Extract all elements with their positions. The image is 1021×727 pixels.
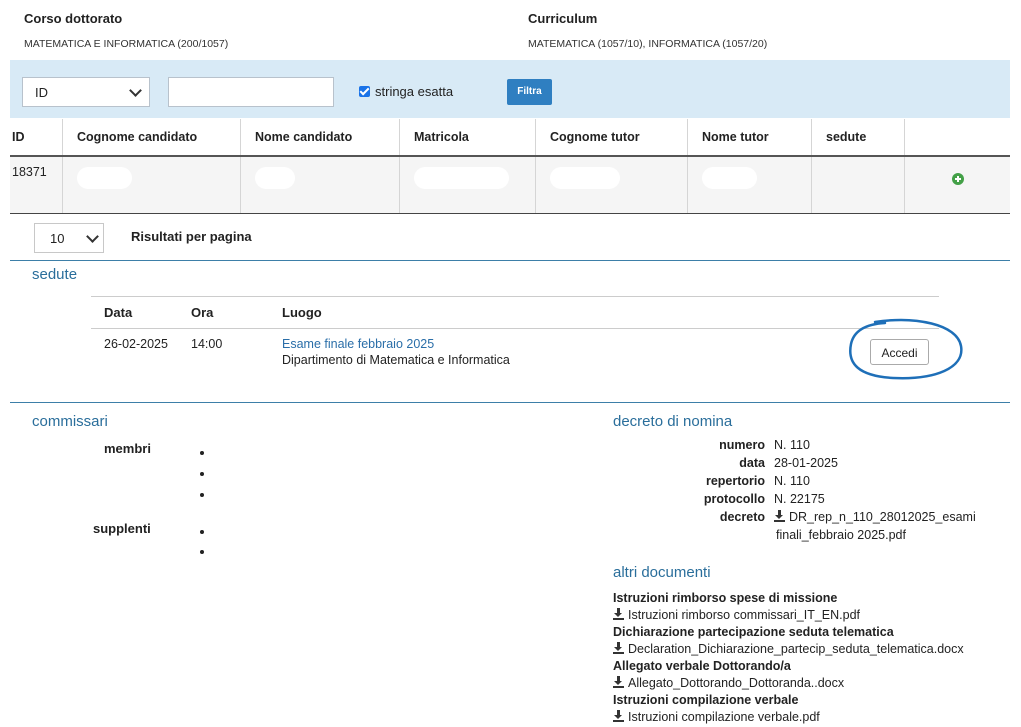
checkbox-checked-icon	[359, 85, 370, 97]
decreto-value-numero: N. 110	[774, 438, 810, 452]
decreto-title: decreto di nomina	[613, 413, 733, 430]
decreto-value-protocollo: N. 22175	[774, 492, 825, 506]
doc-file-name: Istruzioni rimborso commissari_IT_EN.pdf	[628, 608, 861, 622]
cell-nome-candidato	[240, 156, 400, 214]
decreto-file-line1: DR_rep_n_110_28012025_esami	[789, 510, 976, 524]
redacted-value	[255, 167, 295, 189]
download-icon	[613, 642, 624, 654]
seduta-link[interactable]: Esame finale febbraio 2025	[282, 337, 434, 351]
member-bullet	[200, 472, 204, 476]
commissari-title: commissari	[32, 413, 108, 430]
substitute-bullet	[200, 530, 204, 534]
accedi-button[interactable]: Accedi	[870, 339, 929, 365]
substitutes-label: supplenti	[93, 521, 151, 536]
redacted-value	[702, 167, 757, 189]
filter-button[interactable]: Filtra	[507, 79, 552, 105]
doc-file-name: Allegato_Dottorando_Dottoranda..docx	[628, 676, 845, 690]
decreto-label-protocollo: protocollo	[703, 492, 765, 506]
doc-file-name: Declaration_Dichiarazione_partecip_sedut…	[628, 642, 964, 656]
per-page-select[interactable]: 10	[34, 223, 104, 253]
redacted-value	[414, 167, 509, 189]
substitute-bullet	[200, 550, 204, 554]
member-bullet	[200, 493, 204, 497]
cell-id: 18371	[10, 156, 63, 214]
divider	[10, 402, 1010, 403]
filter-bar: ID stringa esatta Filtra	[10, 60, 1010, 118]
cell-cognome-candidato	[62, 156, 241, 214]
member-bullet	[200, 451, 204, 455]
col-matricola: Matricola	[399, 119, 536, 157]
decreto-value-data: 28-01-2025	[774, 456, 838, 470]
col-sedute: sedute	[811, 119, 905, 157]
doc-link[interactable]: Declaration_Dichiarazione_partecip_sedut…	[613, 642, 964, 656]
chevron-down-icon	[129, 84, 142, 97]
col-id: ID	[10, 119, 63, 157]
altri-documenti-title: altri documenti	[613, 564, 711, 581]
decreto-file-line2[interactable]: finali_febbraio 2025.pdf	[776, 528, 906, 542]
doc-file-name: Istruzioni compilazione verbale.pdf	[628, 710, 820, 724]
table-row: 18371	[10, 156, 1010, 214]
sedute-col-ora: Ora	[191, 305, 214, 320]
cell-nome-tutor	[687, 156, 812, 214]
cell-actions	[904, 156, 1010, 214]
per-page-value: 10	[50, 231, 65, 246]
divider	[91, 296, 939, 297]
decreto-value-repertorio: N. 110	[774, 474, 810, 488]
cell-sedute	[811, 156, 905, 214]
col-nome-tutor: Nome tutor	[687, 119, 812, 157]
sedute-col-data: Data	[104, 305, 133, 320]
divider	[10, 260, 1010, 261]
curriculum-value: MATEMATICA (1057/10), INFORMATICA (1057/…	[528, 38, 768, 50]
download-icon	[774, 510, 785, 522]
doc-heading: Dichiarazione partecipazione seduta tele…	[613, 625, 894, 639]
sedute-title: sedute	[32, 266, 78, 283]
course-value: MATEMATICA E INFORMATICA (200/1057)	[24, 38, 229, 50]
doc-link[interactable]: Istruzioni rimborso commissari_IT_EN.pdf	[613, 608, 860, 622]
seduta-location: Dipartimento di Matematica e Informatica	[282, 353, 510, 367]
per-page-label: Risultati per pagina	[131, 229, 252, 244]
redacted-value	[77, 167, 132, 189]
decreto-label-data: data	[739, 456, 765, 470]
decreto-label-repertorio: repertorio	[705, 474, 765, 488]
seduta-date: 26-02-2025	[104, 337, 168, 351]
sedute-col-luogo: Luogo	[282, 305, 322, 320]
col-actions	[904, 119, 1010, 157]
cell-cognome-tutor	[535, 156, 688, 214]
decreto-label-numero: numero	[719, 438, 765, 452]
doc-heading: Allegato verbale Dottorando/a	[613, 659, 791, 673]
row-id: 18371	[12, 165, 47, 179]
col-cognome-tutor: Cognome tutor	[535, 119, 688, 157]
col-nome-candidato: Nome candidato	[240, 119, 400, 157]
filter-field-value: ID	[35, 85, 48, 100]
decreto-file-link[interactable]: DR_rep_n_110_28012025_esami	[774, 510, 976, 524]
exact-match-label: stringa esatta	[375, 84, 454, 99]
download-icon	[613, 608, 624, 620]
search-input[interactable]	[168, 77, 334, 107]
divider	[91, 328, 939, 329]
chevron-down-icon	[86, 230, 99, 243]
seduta-time: 14:00	[191, 337, 223, 351]
plus-circle-icon[interactable]	[951, 173, 964, 185]
decreto-file-label: decreto	[719, 510, 765, 524]
course-label: Corso dottorato	[24, 11, 123, 26]
members-label: membri	[104, 441, 151, 456]
doc-heading: Istruzioni compilazione verbale	[613, 693, 799, 707]
download-icon	[613, 710, 624, 722]
filter-field-select[interactable]: ID	[22, 77, 150, 107]
results-table: ID Cognome candidato Nome candidato Matr…	[10, 119, 1010, 214]
curriculum-label: Curriculum	[528, 11, 598, 26]
doc-link[interactable]: Allegato_Dottorando_Dottoranda..docx	[613, 676, 844, 690]
doc-heading: Istruzioni rimborso spese di missione	[613, 591, 838, 605]
redacted-value	[550, 167, 620, 189]
exact-match-checkbox[interactable]: stringa esatta	[359, 84, 453, 99]
cell-matricola	[399, 156, 536, 214]
col-cognome-candidato: Cognome candidato	[62, 119, 241, 157]
download-icon	[613, 676, 624, 688]
doc-link[interactable]: Istruzioni compilazione verbale.pdf	[613, 710, 820, 724]
table-header-row: ID Cognome candidato Nome candidato Matr…	[10, 119, 1010, 157]
